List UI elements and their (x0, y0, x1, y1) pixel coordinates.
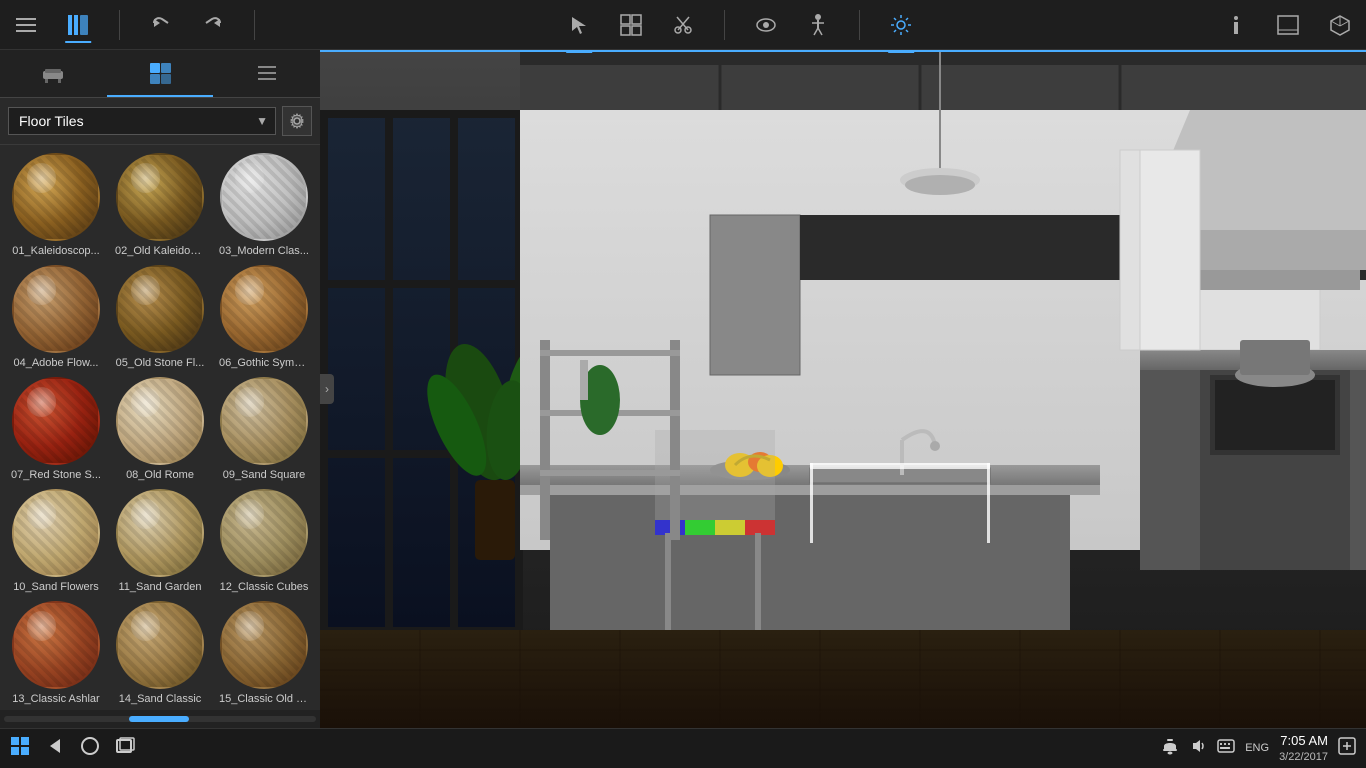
material-name-14: 14_Sand Classic (119, 693, 202, 705)
tab-list[interactable] (213, 50, 320, 97)
material-item-5[interactable]: 05_Old Stone Fl... (112, 265, 208, 369)
3d-cube-icon[interactable] (1324, 9, 1356, 41)
material-name-10: 10_Sand Flowers (13, 581, 99, 593)
material-item-7[interactable]: 07_Red Stone S... (8, 377, 104, 481)
material-name-11: 11_Sand Garden (119, 581, 202, 593)
tab-materials[interactable] (107, 50, 214, 97)
material-item-15[interactable]: 15_Classic Old C... (216, 601, 312, 705)
material-name-1: 01_Kaleidoscop... (12, 245, 99, 257)
material-name-12: 12_Classic Cubes (220, 581, 309, 593)
material-sphere-4 (12, 265, 100, 353)
material-sphere-13 (12, 601, 100, 689)
material-item-9[interactable]: 09_Sand Square (216, 377, 312, 481)
category-dropdown[interactable]: Floor TilesWall TilesWoodStoneFabricMeta… (8, 107, 276, 135)
separator-3 (724, 10, 725, 40)
scissors-icon[interactable] (667, 9, 699, 41)
info-icon[interactable] (1220, 9, 1252, 41)
material-sphere-6 (220, 265, 308, 353)
action-center-icon[interactable] (1338, 737, 1356, 760)
figure-icon[interactable] (802, 9, 834, 41)
material-sphere-11 (116, 489, 204, 577)
material-sphere-9 (220, 377, 308, 465)
material-item-3[interactable]: 03_Modern Clas... (216, 153, 312, 257)
keyboard-icon[interactable] (1217, 739, 1235, 758)
material-item-2[interactable]: 02_Old Kaleidosc... (112, 153, 208, 257)
eye-icon[interactable] (750, 9, 782, 41)
material-sphere-12 (220, 489, 308, 577)
start-button[interactable] (10, 736, 30, 761)
grid-arrange-icon[interactable] (615, 9, 647, 41)
material-sphere-3 (220, 153, 308, 241)
material-item-6[interactable]: 06_Gothic Symb... (216, 265, 312, 369)
scrollbar-thumb[interactable] (129, 716, 189, 722)
material-item-12[interactable]: 12_Classic Cubes (216, 489, 312, 593)
material-name-7: 07_Red Stone S... (11, 469, 101, 481)
material-item-13[interactable]: 13_Classic Ashlar (8, 601, 104, 705)
material-sphere-8 (116, 377, 204, 465)
viewport-active-line (320, 50, 1366, 52)
material-name-8: 08_Old Rome (126, 469, 194, 481)
material-name-5: 05_Old Stone Fl... (116, 357, 205, 369)
material-item-8[interactable]: 08_Old Rome (112, 377, 208, 481)
material-item-10[interactable]: 10_Sand Flowers (8, 489, 104, 593)
viewport (320, 50, 1366, 728)
material-sphere-1 (12, 153, 100, 241)
material-sphere-15 (220, 601, 308, 689)
back-button[interactable] (45, 736, 65, 761)
separator-2 (254, 10, 255, 40)
material-name-2: 02_Old Kaleidosc... (115, 245, 205, 257)
material-item-11[interactable]: 11_Sand Garden (112, 489, 208, 593)
undo-icon[interactable] (145, 9, 177, 41)
sun-icon[interactable] (885, 9, 917, 41)
sidebar-tabs (0, 50, 320, 98)
material-item-1[interactable]: 01_Kaleidoscop... (8, 153, 104, 257)
kitchen-scene[interactable] (320, 50, 1366, 728)
taskbar-time: 7:05 AM 3/22/2017 (1279, 732, 1328, 766)
material-sphere-7 (12, 377, 100, 465)
settings-button[interactable] (282, 106, 312, 136)
cursor-icon[interactable] (563, 9, 595, 41)
notifications-icon[interactable] (1161, 737, 1179, 760)
material-item-4[interactable]: 04_Adobe Flow... (8, 265, 104, 369)
tab-furniture[interactable] (0, 50, 107, 97)
home-button[interactable] (80, 736, 100, 761)
material-sphere-14 (116, 601, 204, 689)
material-name-4: 04_Adobe Flow... (13, 357, 98, 369)
separator-4 (859, 10, 860, 40)
material-name-6: 06_Gothic Symb... (219, 357, 309, 369)
material-sphere-10 (12, 489, 100, 577)
material-sphere-5 (116, 265, 204, 353)
material-grid: 01_Kaleidoscop... 02_Old Kaleidosc... 03_M… (0, 145, 320, 710)
material-name-3: 03_Modern Clas... (219, 245, 309, 257)
hamburger-menu-icon[interactable] (10, 9, 42, 41)
volume-icon[interactable] (1189, 737, 1207, 760)
language-icon[interactable]: ENG (1245, 742, 1269, 754)
screen-expand-icon[interactable] (1272, 9, 1304, 41)
redo-icon[interactable] (197, 9, 229, 41)
material-name-13: 13_Classic Ashlar (12, 693, 99, 705)
scrollbar-track[interactable] (4, 716, 316, 722)
material-sphere-2 (116, 153, 204, 241)
top-toolbar (0, 0, 1366, 50)
separator-1 (119, 10, 120, 40)
sidebar: Floor TilesWall TilesWoodStoneFabricMeta… (0, 50, 320, 728)
material-item-14[interactable]: 14_Sand Classic (112, 601, 208, 705)
library-icon[interactable] (62, 9, 94, 41)
category-bar: Floor TilesWall TilesWoodStoneFabricMeta… (0, 98, 320, 145)
taskbar: ENG 7:05 AM 3/22/2017 (0, 728, 1366, 768)
material-name-15: 15_Classic Old C... (219, 693, 309, 705)
sidebar-expand-arrow[interactable]: › (320, 374, 334, 404)
multitask-button[interactable] (115, 736, 135, 761)
scrollbar-container[interactable] (0, 710, 320, 728)
material-name-9: 09_Sand Square (223, 469, 306, 481)
